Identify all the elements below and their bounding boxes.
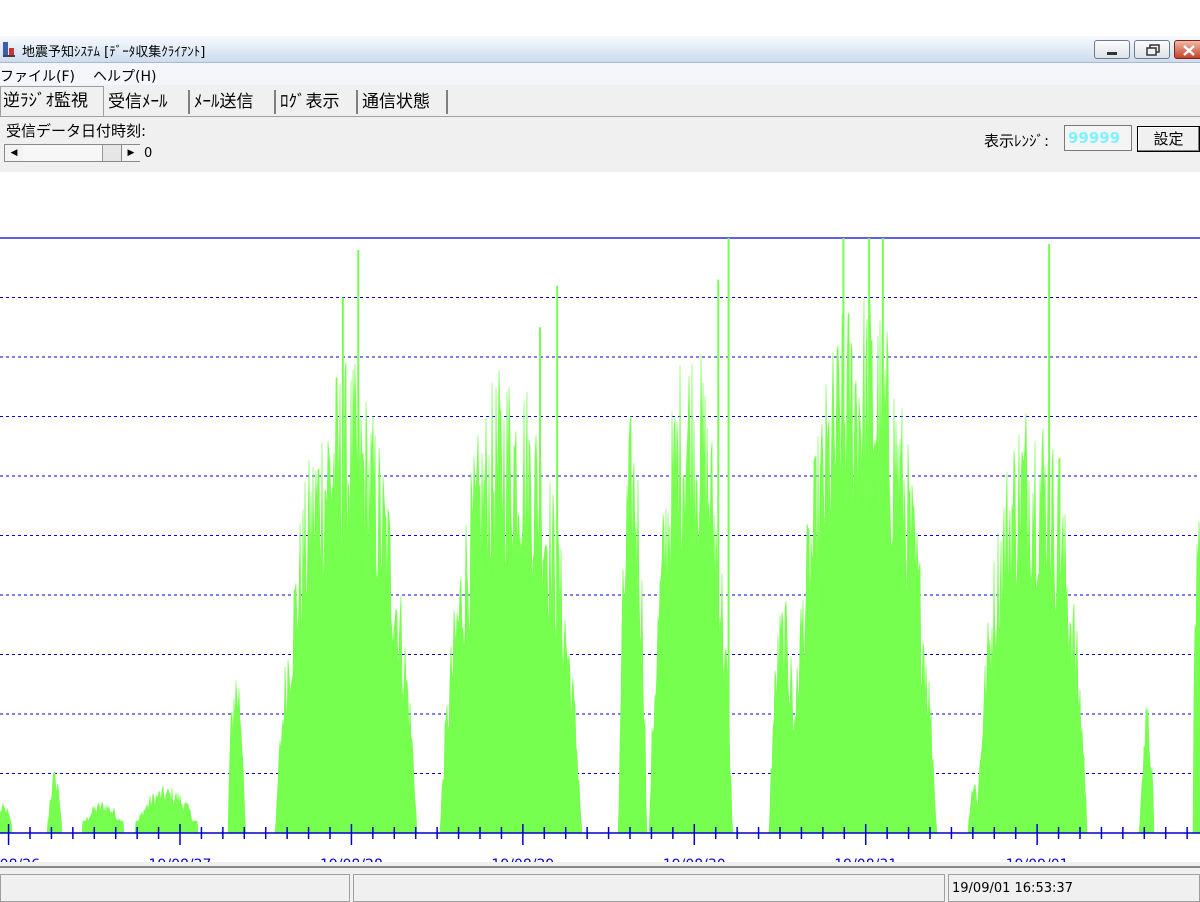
app-window: 地震予知ｼｽﾃﾑ [ﾃﾞｰﾀ収集ｸﾗｲｱﾝﾄ] ファイル(F) ヘルプ(H) 逆… — [0, 36, 1200, 902]
minimize-icon — [1107, 52, 1117, 55]
x-tick-label: 19/08/26 — [0, 857, 40, 862]
x-tick-label: 19/08/29 — [491, 857, 554, 862]
display-range-input[interactable]: 99999 — [1064, 125, 1132, 151]
status-bar: 19/09/01 16:53:37 — [0, 866, 1200, 902]
x-tick-label: 19/08/30 — [663, 857, 726, 862]
minimize-button[interactable] — [1094, 40, 1130, 59]
status-datetime: 19/09/01 16:53:37 — [952, 881, 1073, 896]
maximize-button[interactable] — [1134, 40, 1170, 59]
x-tick-label: 19/08/28 — [320, 857, 383, 862]
chart-area: 19/08/26 19/08/27 19/08/28 19/08/29 19/08/30… — [0, 172, 1200, 873]
x-tick-label: 19/09/01 — [1006, 857, 1069, 862]
date-scrollbar[interactable]: ◀ ▶ — [4, 144, 140, 162]
status-pane-2 — [353, 874, 945, 902]
close-button[interactable] — [1174, 40, 1200, 59]
settings-button[interactable]: 設定 — [1137, 126, 1200, 152]
menu-help[interactable]: ヘルプ(H) — [93, 66, 156, 86]
restore-icon — [1146, 44, 1160, 56]
tab-received-mail[interactable]: 受信ﾒｰﾙ — [108, 90, 190, 114]
signal-chart: 19/08/26 19/08/27 19/08/28 19/08/29 19/08/30… — [0, 237, 1200, 873]
menu-bar: ファイル(F) ヘルプ(H) — [0, 63, 1200, 85]
window-title: 地震予知ｼｽﾃﾑ [ﾃﾞｰﾀ収集ｸﾗｲｱﾝﾄ] — [22, 45, 206, 60]
tab-log-view[interactable]: ﾛｸﾞ表示 — [280, 90, 358, 114]
close-icon — [1183, 45, 1195, 56]
app-logo-icon — [3, 42, 15, 57]
x-tick-label: 19/08/27 — [149, 857, 212, 862]
status-pane-1 — [0, 874, 350, 902]
title-bar[interactable]: 地震予知ｼｽﾃﾑ [ﾃﾞｰﾀ収集ｸﾗｲｱﾝﾄ] — [0, 36, 1200, 63]
scroll-value: 0 — [144, 146, 153, 161]
scroll-left-icon[interactable]: ◀ — [5, 145, 24, 161]
display-range-label: 表示ﾚﾝｼﾞ: — [984, 132, 1050, 150]
tab-send-mail[interactable]: ﾒｰﾙ送信 — [194, 90, 276, 114]
tab-reverse-radio-monitor[interactable]: 逆ﾗｼﾞｵ監視 — [0, 86, 104, 116]
signal-fill — [0, 298, 1200, 834]
scroll-thumb[interactable] — [23, 145, 103, 161]
x-tick-label: 19/08/31 — [834, 857, 897, 862]
scroll-right-icon[interactable]: ▶ — [121, 145, 140, 161]
tab-bar: 逆ﾗｼﾞｵ監視 受信ﾒｰﾙ ﾒｰﾙ送信 ﾛｸﾞ表示 通信状態 — [0, 86, 1200, 117]
received-date-label: 受信データ日付時刻: — [6, 122, 147, 140]
tab-connection-status[interactable]: 通信状態 — [362, 90, 448, 114]
menu-file[interactable]: ファイル(F) — [0, 66, 75, 86]
